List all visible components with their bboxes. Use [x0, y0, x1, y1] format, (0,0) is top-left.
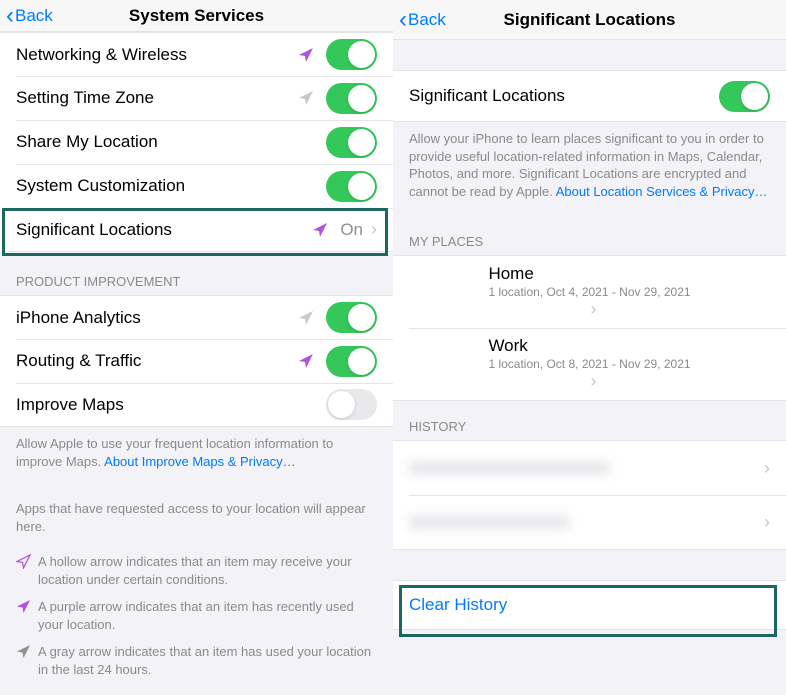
location-arrow-hollow-icon [16, 554, 38, 574]
row-iphone-analytics[interactable]: iPhone Analytics [0, 295, 393, 339]
toggle-improve-maps[interactable] [326, 389, 377, 420]
section-header-product-improvement: PRODUCT IMPROVEMENT [0, 252, 393, 295]
location-arrow-purple-icon [298, 47, 314, 63]
row-place-work[interactable]: Work 1 location, Oct 8, 2021 - Nov 29, 2… [393, 328, 786, 401]
row-improve-maps[interactable]: Improve Maps [0, 383, 393, 427]
row-label: Improve Maps [16, 395, 326, 415]
chevron-left-icon: ‹ [6, 4, 14, 28]
row-history-item[interactable]: › [393, 495, 786, 550]
location-arrow-gray-icon [298, 90, 314, 106]
legend-gray-arrow: A gray arrow indicates that an item has … [16, 643, 377, 678]
row-significant-locations-toggle[interactable]: Significant Locations [393, 70, 786, 122]
back-button[interactable]: ‹ Back [6, 4, 53, 28]
location-arrow-purple-icon [312, 222, 328, 238]
section-header-history: HISTORY [393, 401, 786, 440]
system-services-screen: ‹ Back System Services Networking & Wire… [0, 0, 393, 695]
page-title: System Services [129, 6, 264, 26]
place-subtitle: 1 location, Oct 4, 2021 - Nov 29, 2021 [488, 285, 690, 299]
row-label: Networking & Wireless [16, 45, 298, 65]
significant-locations-screen: ‹ Back Significant Locations Significant… [393, 0, 786, 695]
back-label: Back [15, 6, 53, 26]
legend: A hollow arrow indicates that an item ma… [0, 539, 393, 690]
row-place-home[interactable]: Home 1 location, Oct 4, 2021 - Nov 29, 2… [393, 255, 786, 328]
row-routing-traffic[interactable]: Routing & Traffic [0, 339, 393, 383]
redacted-text [409, 515, 569, 529]
row-networking-wireless[interactable]: Networking & Wireless [0, 32, 393, 76]
location-arrow-gray-icon [16, 644, 38, 664]
chevron-right-icon: › [764, 458, 770, 479]
section-header-my-places: MY PLACES [393, 204, 786, 255]
row-label: Share My Location [16, 132, 326, 152]
chevron-left-icon: ‹ [399, 8, 407, 32]
back-label: Back [408, 10, 446, 30]
row-label: Setting Time Zone [16, 88, 298, 108]
navbar: ‹ Back System Services [0, 0, 393, 32]
toggle-networking[interactable] [326, 39, 377, 70]
place-title: Work [488, 336, 690, 356]
page-title: Significant Locations [504, 10, 676, 30]
footer-improve-maps: Allow Apple to use your frequent locatio… [0, 427, 393, 474]
row-label: Routing & Traffic [16, 351, 298, 371]
about-improve-maps-link[interactable]: About Improve Maps & Privacy… [104, 454, 295, 469]
chevron-right-icon: › [591, 299, 597, 320]
location-arrow-purple-icon [16, 599, 38, 619]
location-arrow-purple-icon [298, 353, 314, 369]
row-label: Significant Locations [409, 86, 719, 106]
toggle-significant-locations[interactable] [719, 81, 770, 112]
place-subtitle: 1 location, Oct 8, 2021 - Nov 29, 2021 [488, 357, 690, 371]
toggle-routing[interactable] [326, 346, 377, 377]
back-button[interactable]: ‹ Back [399, 8, 446, 32]
row-system-customization[interactable]: System Customization [0, 164, 393, 208]
row-label: iPhone Analytics [16, 308, 298, 328]
footer-description: Allow your iPhone to learn places signif… [393, 122, 786, 204]
chevron-right-icon: › [591, 371, 597, 392]
chevron-right-icon: › [371, 219, 377, 240]
toggle-customization[interactable] [326, 171, 377, 202]
about-location-privacy-link[interactable]: About Location Services & Privacy… [556, 184, 768, 199]
location-arrow-gray-icon [298, 310, 314, 326]
legend-purple-arrow: A purple arrow indicates that an item ha… [16, 598, 377, 633]
value-text: On [340, 220, 363, 240]
row-history-item[interactable]: › [393, 440, 786, 495]
clear-history-button[interactable]: Clear History [393, 580, 786, 630]
row-significant-locations[interactable]: Significant Locations On › [0, 208, 393, 252]
row-share-my-location[interactable]: Share My Location [0, 120, 393, 164]
row-label: System Customization [16, 176, 326, 196]
legend-hollow-arrow: A hollow arrow indicates that an item ma… [16, 553, 377, 588]
place-title: Home [488, 264, 690, 284]
toggle-analytics[interactable] [326, 302, 377, 333]
toggle-timezone[interactable] [326, 83, 377, 114]
navbar: ‹ Back Significant Locations [393, 0, 786, 40]
toggle-share-location[interactable] [326, 127, 377, 158]
chevron-right-icon: › [764, 512, 770, 533]
redacted-text [409, 461, 609, 475]
row-setting-time-zone[interactable]: Setting Time Zone [0, 76, 393, 120]
row-label: Significant Locations [16, 220, 312, 240]
footer-apps-notice: Apps that have requested access to your … [0, 474, 393, 539]
